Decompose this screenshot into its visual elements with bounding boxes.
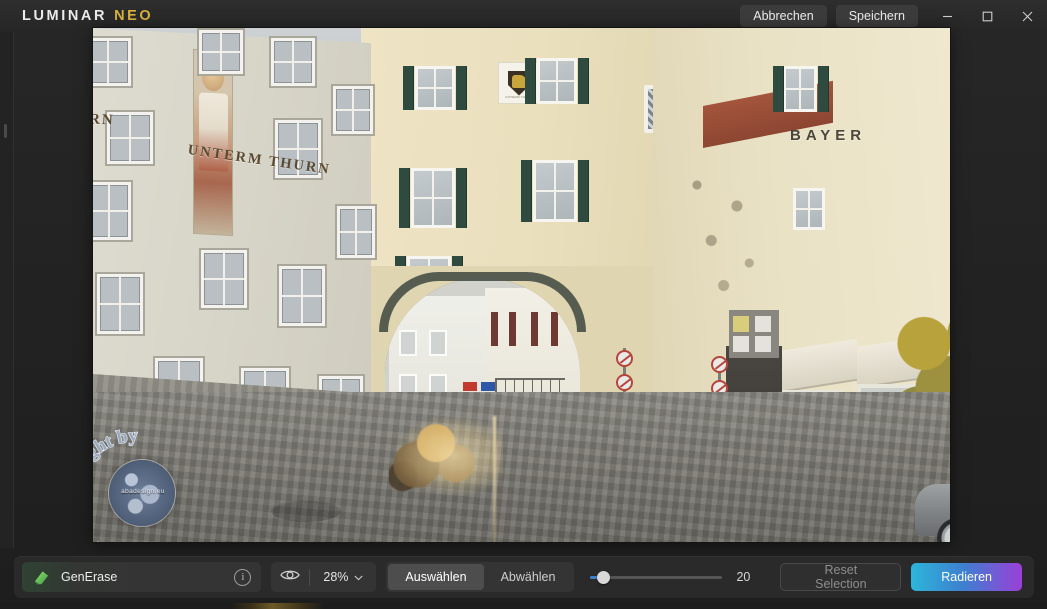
zoom-level-dropdown[interactable]: 28% <box>310 562 376 592</box>
cobblestone-street <box>93 392 950 542</box>
flag <box>463 382 477 391</box>
shutter <box>399 168 410 228</box>
cancel-button[interactable]: Abbrechen <box>740 5 827 27</box>
deselect-mode-button[interactable]: Abwählen <box>484 564 573 590</box>
view-controls-group: 28% <box>271 562 377 592</box>
brush-size-slider-group: 20 <box>578 562 768 592</box>
window <box>411 168 455 228</box>
minimize-icon <box>942 11 953 22</box>
shutter <box>773 66 784 112</box>
no-entry-sign <box>711 356 728 373</box>
left-rail <box>0 32 14 548</box>
building-sign-partial: RN <box>93 111 116 129</box>
window <box>197 28 245 76</box>
manhole <box>271 500 341 522</box>
shield <box>733 316 749 332</box>
erase-button[interactable]: Radieren <box>911 563 1022 591</box>
slider-handle[interactable] <box>597 570 611 584</box>
arch-trim <box>379 272 586 332</box>
shutter <box>578 160 589 222</box>
window <box>429 330 447 356</box>
window <box>331 84 375 136</box>
close-icon <box>1022 11 1033 22</box>
shield <box>755 336 771 352</box>
chevron-down-icon <box>354 570 363 584</box>
shutter <box>521 160 532 222</box>
generase-tool-button[interactable]: GenErase i <box>22 562 262 592</box>
image-canvas[interactable]: UNTERM THURN RN UNTERM THURN BAYER t by … <box>93 28 950 542</box>
selection-reflection <box>493 416 496 542</box>
shutter <box>456 66 467 110</box>
shutter <box>578 58 589 104</box>
logo-secondary-text: NEO <box>114 8 154 24</box>
window <box>399 330 417 356</box>
window <box>93 180 133 242</box>
window <box>93 36 133 88</box>
selection-mode-group: Auswählen Abwählen <box>386 562 575 592</box>
shutter <box>525 58 536 104</box>
reset-selection-button[interactable]: Reset Selection <box>780 563 902 591</box>
maximize-icon <box>982 11 993 22</box>
brush-size-value: 20 <box>736 570 751 584</box>
bottom-toolbar: GenErase i 28% Auswählen Abwählen 20 Res… <box>14 556 1034 598</box>
window <box>415 66 455 110</box>
window <box>793 188 825 230</box>
bayer-storefront-sign: BAYER <box>790 127 867 144</box>
window <box>533 160 577 222</box>
shield <box>755 316 771 332</box>
logo-primary-text: LUMINAR <box>22 8 108 24</box>
select-mode-button[interactable]: Auswählen <box>388 564 484 590</box>
window <box>537 58 577 104</box>
window <box>277 264 327 328</box>
toggle-preview-button[interactable] <box>271 562 309 592</box>
shield <box>733 336 749 352</box>
taskbar-strip <box>0 603 1047 609</box>
panel-resize-handle[interactable] <box>4 124 7 138</box>
window <box>269 36 317 88</box>
flag <box>481 382 495 391</box>
window <box>335 204 377 260</box>
shutter <box>403 66 414 110</box>
no-entry-sign <box>616 350 633 367</box>
info-icon[interactable]: i <box>234 568 252 586</box>
eraser-icon <box>32 568 51 587</box>
window <box>199 248 249 310</box>
eye-icon <box>280 568 301 587</box>
parked-car <box>915 466 950 542</box>
app-logo: LUMINAR NEO <box>22 8 153 24</box>
save-button[interactable]: Speichern <box>835 5 918 27</box>
window <box>783 66 817 112</box>
selected-object <box>389 420 487 492</box>
generase-tool-label: GenErase <box>61 570 118 584</box>
shutter <box>456 168 467 228</box>
brush-size-slider[interactable] <box>590 570 723 584</box>
no-parking-sign <box>616 374 633 391</box>
window <box>95 272 145 336</box>
window-maximize-button[interactable] <box>967 0 1007 32</box>
ivy-vines <box>678 158 773 308</box>
window-close-button[interactable] <box>1007 0 1047 32</box>
shutter <box>818 66 829 112</box>
photo-content: UNTERM THURN RN UNTERM THURN BAYER t by … <box>93 28 950 542</box>
zoom-level-label: 28% <box>323 570 349 584</box>
